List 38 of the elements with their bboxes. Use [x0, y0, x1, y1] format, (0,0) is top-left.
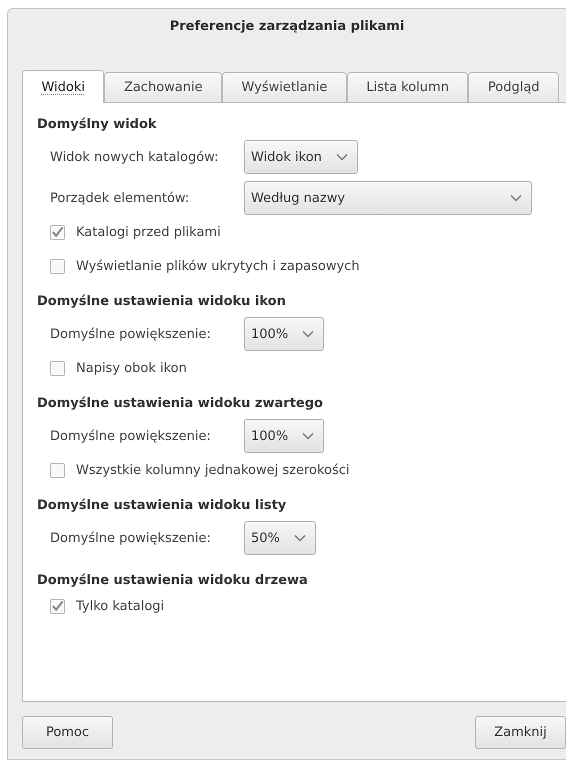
chevron-down-icon	[294, 534, 306, 542]
section-heading: Domyślne ustawienia widoku ikon	[37, 294, 287, 309]
dropdown[interactable]: 50%	[244, 521, 316, 555]
checkbox-label: Wszystkie kolumny jednakowej szerokości	[76, 462, 350, 478]
chevron-down-icon	[510, 194, 522, 202]
checkbox[interactable]	[50, 462, 65, 478]
field-label: Domyślne powiększenie:	[50, 326, 212, 342]
section-heading: Domyślne ustawienia widoku listy	[37, 498, 288, 513]
checkbox-label: Napisy obok ikon	[76, 360, 187, 376]
checkbox[interactable]	[50, 224, 65, 240]
section-heading: Domyślne ustawienia widoku drzewa	[37, 573, 309, 588]
dropdown[interactable]: Widok ikon	[244, 140, 358, 174]
checkbox-label: Katalogi przed plikami	[76, 224, 221, 240]
section-heading: Domyślny widok	[37, 117, 158, 132]
dropdown[interactable]: 100%	[244, 317, 324, 351]
section-heading: Domyślne ustawienia widoku zwartego	[37, 396, 324, 411]
dialog-button[interactable]: Pomoc	[22, 716, 113, 749]
dialog-button[interactable]: Zamknij	[475, 716, 566, 749]
tab[interactable]: Zachowanie	[104, 72, 222, 102]
chevron-down-icon	[302, 330, 314, 338]
dropdown[interactable]: Według nazwy	[244, 181, 532, 215]
field-label: Porządek elementów:	[50, 190, 190, 206]
tab[interactable]: Podgląd	[468, 72, 560, 102]
checkbox[interactable]	[50, 258, 65, 274]
tab[interactable]: Wyświetlanie	[222, 72, 347, 102]
tab[interactable]: Lista kolumn	[346, 72, 468, 102]
checkbox[interactable]	[50, 598, 65, 614]
field-label: Domyślne powiększenie:	[50, 530, 212, 546]
checkbox-label: Tylko katalogi	[76, 598, 164, 614]
field-label: Widok nowych katalogów:	[50, 150, 220, 164]
window-title: Preferencje zarządzania plikami	[168, 18, 406, 36]
chevron-down-icon	[302, 432, 314, 440]
dropdown[interactable]: 100%	[244, 419, 324, 453]
chevron-down-icon	[336, 153, 348, 161]
tab[interactable]: Widoki	[22, 70, 104, 103]
checkbox-label: Wyświetlanie plików ukrytych i zapasowych	[76, 258, 360, 274]
field-label: Domyślne powiększenie:	[50, 428, 212, 444]
checkbox[interactable]	[50, 360, 65, 376]
